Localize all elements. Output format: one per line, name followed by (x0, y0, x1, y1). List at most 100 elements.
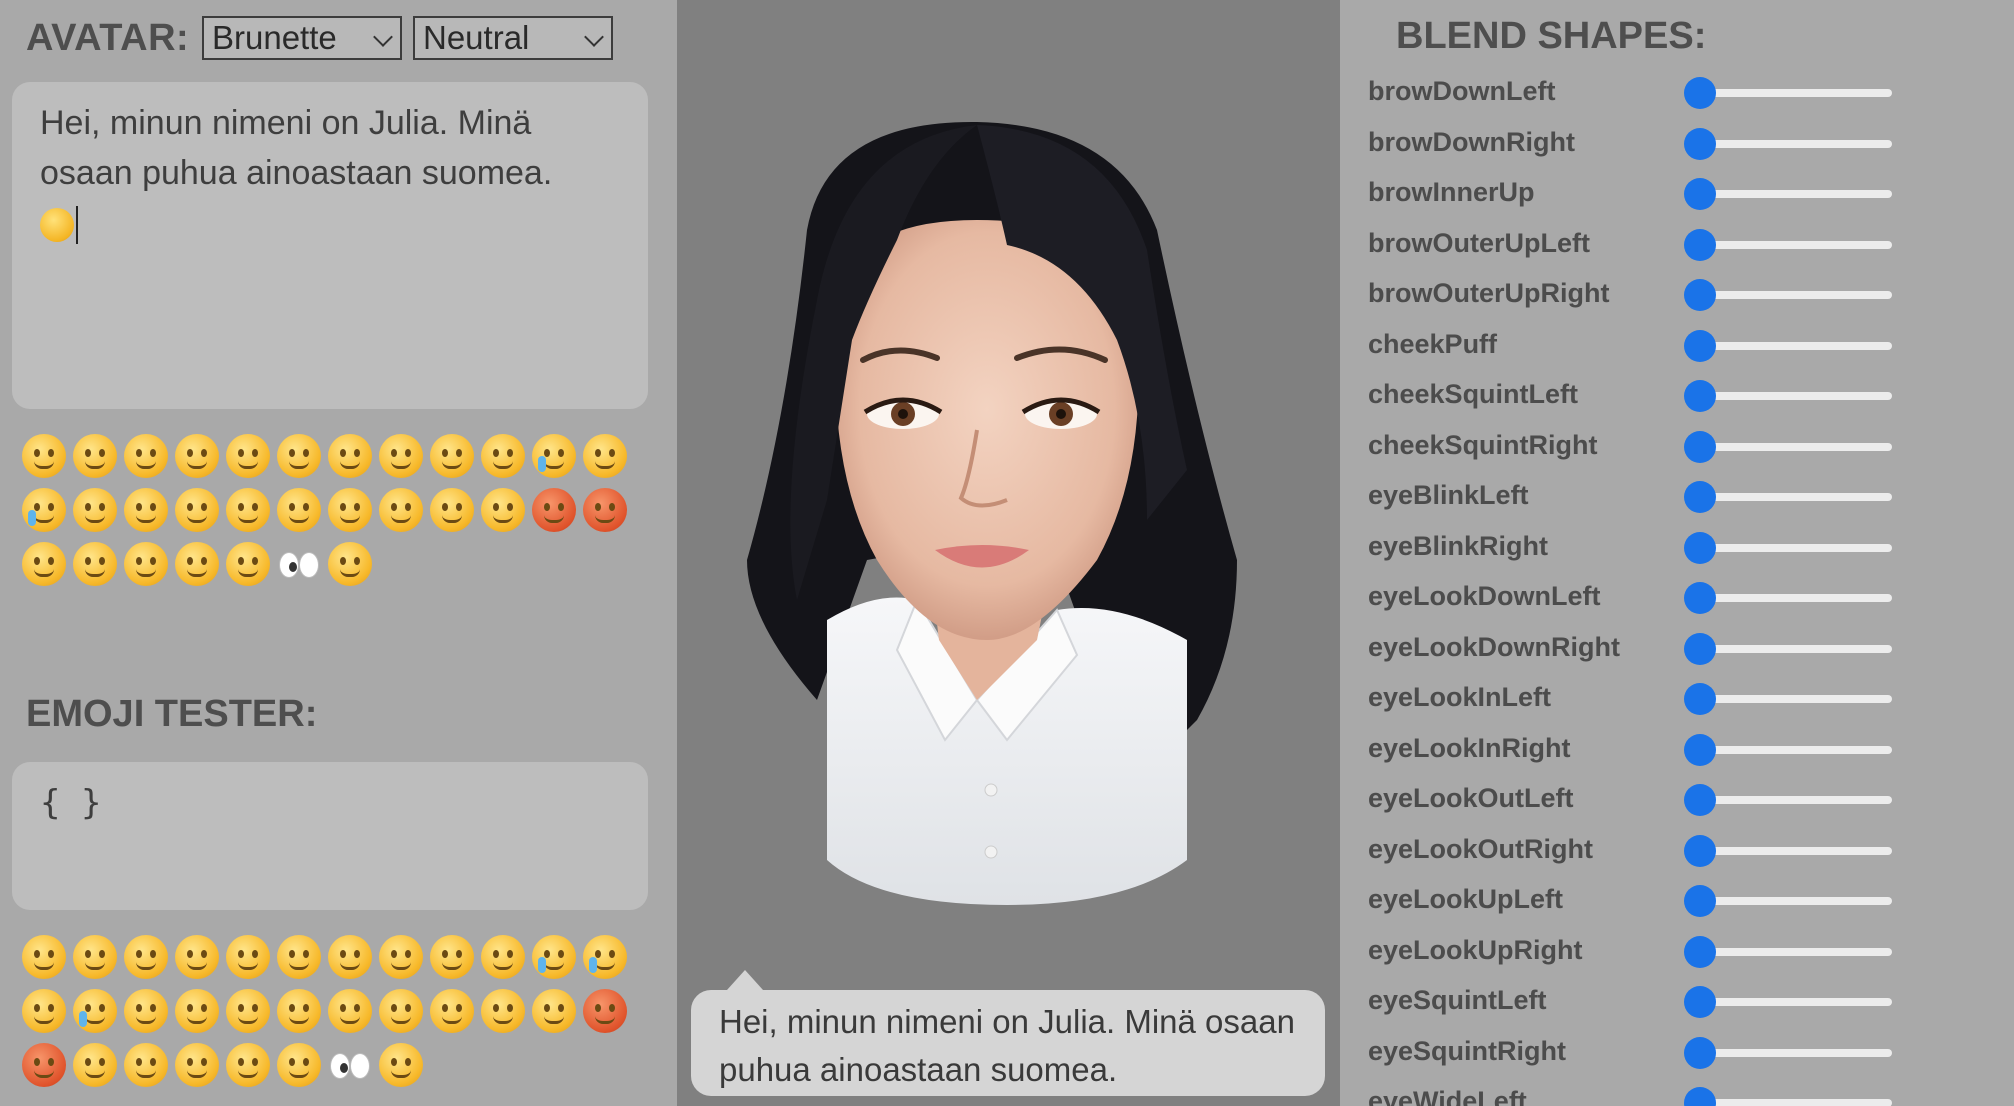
frowning-emoji-button[interactable] (73, 1043, 117, 1087)
blend-shape-slider-track[interactable] (1700, 796, 1892, 804)
unamused-emoji-button[interactable] (226, 488, 270, 532)
pensive-emoji-button[interactable] (226, 989, 270, 1033)
grimacing-emoji-button[interactable] (175, 1043, 219, 1087)
blend-shape-slider-track[interactable] (1700, 240, 1892, 249)
emoji-tester-input[interactable]: { } (12, 762, 648, 910)
blend-shape-slider-track[interactable] (1700, 644, 1892, 653)
pensive-emoji-button[interactable] (175, 488, 219, 532)
blend-shape-slider-track[interactable] (1700, 190, 1892, 198)
kissing-heart-emoji-button[interactable] (430, 989, 474, 1033)
grimacing-emoji-button[interactable] (124, 542, 168, 586)
kissing-closed-eyes-emoji-button[interactable] (328, 488, 372, 532)
smiling-hearts-emoji-button[interactable] (481, 989, 525, 1033)
blend-shape-slider-thumb[interactable] (1684, 834, 1716, 867)
slight-smile-emoji-button[interactable] (124, 935, 168, 979)
blend-shape-slider-thumb[interactable] (1684, 582, 1716, 614)
blend-shape-slider-thumb[interactable] (1684, 329, 1716, 362)
blend-shape-slider-thumb[interactable] (1684, 733, 1716, 766)
blend-shape-slider-thumb[interactable] (1684, 986, 1716, 1018)
rage-emoji-button[interactable] (532, 488, 576, 532)
scream-emoji-button[interactable] (73, 542, 117, 586)
joy-emoji-button[interactable] (532, 935, 576, 979)
blend-shape-slider-thumb[interactable] (1684, 178, 1716, 210)
blend-shape-slider-track[interactable] (1700, 139, 1892, 148)
grin-emoji-button[interactable] (226, 935, 270, 979)
neutral-emoji-button[interactable] (22, 434, 66, 478)
blend-shape-slider-track[interactable] (1700, 594, 1892, 602)
blend-shape-slider-track[interactable] (1700, 291, 1892, 299)
smile-emoji-button[interactable] (328, 434, 372, 478)
blend-shape-slider-thumb[interactable] (1684, 1036, 1716, 1069)
slight-smile-emoji-button[interactable] (124, 434, 168, 478)
tongue-squint-emoji-button[interactable] (481, 935, 525, 979)
thinking-emoji-button[interactable] (226, 542, 270, 586)
blend-shape-slider-thumb[interactable] (1684, 430, 1716, 463)
angry-emoji-button[interactable] (583, 488, 627, 532)
smile-emoji-button[interactable] (328, 935, 372, 979)
blend-shape-slider-thumb[interactable] (1684, 77, 1716, 109)
blend-shape-slider-track[interactable] (1700, 341, 1892, 350)
blend-shape-slider-track[interactable] (1700, 1048, 1892, 1057)
blend-shape-slider-track[interactable] (1700, 1099, 1892, 1106)
blend-shape-slider-thumb[interactable] (1684, 481, 1716, 513)
blend-shape-slider-thumb[interactable] (1684, 632, 1716, 665)
sob-emoji-button[interactable] (22, 488, 66, 532)
blend-shape-slider-track[interactable] (1700, 543, 1892, 552)
kissing-heart-emoji-button[interactable] (379, 488, 423, 532)
blend-shape-slider-track[interactable] (1700, 745, 1892, 754)
blend-shape-slider-track[interactable] (1700, 998, 1892, 1006)
rolling-eyes-emoji-button[interactable] (175, 542, 219, 586)
neutral-emoji-button[interactable] (22, 935, 66, 979)
heart-eyes-emoji-button[interactable] (532, 989, 576, 1033)
blend-shape-slider-thumb[interactable] (1684, 683, 1716, 715)
pleading-emoji-button[interactable] (73, 488, 117, 532)
blend-shape-slider-track[interactable] (1700, 897, 1892, 905)
joy-emoji-button[interactable] (532, 434, 576, 478)
blend-shape-slider-thumb[interactable] (1684, 380, 1716, 412)
grin-emoji-button[interactable] (226, 434, 270, 478)
unamused-emoji-button[interactable] (277, 989, 321, 1033)
sleepy-emoji-button[interactable] (379, 1043, 423, 1087)
pleading-emoji-button[interactable] (124, 989, 168, 1033)
blend-shape-slider-thumb[interactable] (1684, 531, 1716, 564)
blend-shape-slider-track[interactable] (1700, 493, 1892, 501)
scream-emoji-button[interactable] (124, 1043, 168, 1087)
blend-shape-slider-track[interactable] (1700, 695, 1892, 703)
avatar-mood-select[interactable]: Neutral (413, 16, 613, 60)
smiling-hearts-emoji-button[interactable] (430, 488, 474, 532)
blend-shape-slider-thumb[interactable] (1684, 279, 1716, 311)
blend-shape-slider-thumb[interactable] (1684, 885, 1716, 917)
rofl-emoji-button[interactable] (583, 935, 627, 979)
tongue-squint-emoji-button[interactable] (481, 434, 525, 478)
blend-shape-slider-track[interactable] (1700, 947, 1892, 956)
eyes-emoji-button[interactable] (277, 542, 321, 586)
disappointed-emoji-button[interactable] (175, 989, 219, 1033)
eyes-emoji-button[interactable] (328, 1043, 372, 1087)
speech-text-input[interactable]: Hei, minun nimeni on Julia. Minä osaan p… (12, 82, 648, 409)
disappointed-emoji-button[interactable] (124, 488, 168, 532)
beaming-emoji-button[interactable] (379, 434, 423, 478)
blend-shape-slider-track[interactable] (1700, 442, 1892, 451)
blend-shape-slider-thumb[interactable] (1684, 935, 1716, 968)
flushed-emoji-button[interactable] (277, 488, 321, 532)
flushed-emoji-button[interactable] (328, 989, 372, 1033)
thinking-emoji-button[interactable] (277, 1043, 321, 1087)
sleepy-emoji-button[interactable] (328, 542, 372, 586)
smiley-emoji-button[interactable] (277, 935, 321, 979)
sob-emoji-button[interactable] (73, 989, 117, 1033)
blend-shape-slider-thumb[interactable] (1684, 784, 1716, 816)
smirk-emoji-button[interactable] (73, 935, 117, 979)
rage-emoji-button[interactable] (583, 989, 627, 1033)
smiley-emoji-button[interactable] (277, 434, 321, 478)
wink-emoji-button[interactable] (22, 989, 66, 1033)
laughing-emoji-button[interactable] (430, 935, 474, 979)
kissing-closed-eyes-emoji-button[interactable] (379, 989, 423, 1033)
rolling-eyes-emoji-button[interactable] (226, 1043, 270, 1087)
smirk-emoji-button[interactable] (73, 434, 117, 478)
beaming-emoji-button[interactable] (379, 935, 423, 979)
blend-shape-slider-thumb[interactable] (1684, 127, 1716, 160)
wink-emoji-button[interactable] (583, 434, 627, 478)
heart-eyes-emoji-button[interactable] (481, 488, 525, 532)
blend-shape-slider-track[interactable] (1700, 89, 1892, 97)
angry-emoji-button[interactable] (22, 1043, 66, 1087)
